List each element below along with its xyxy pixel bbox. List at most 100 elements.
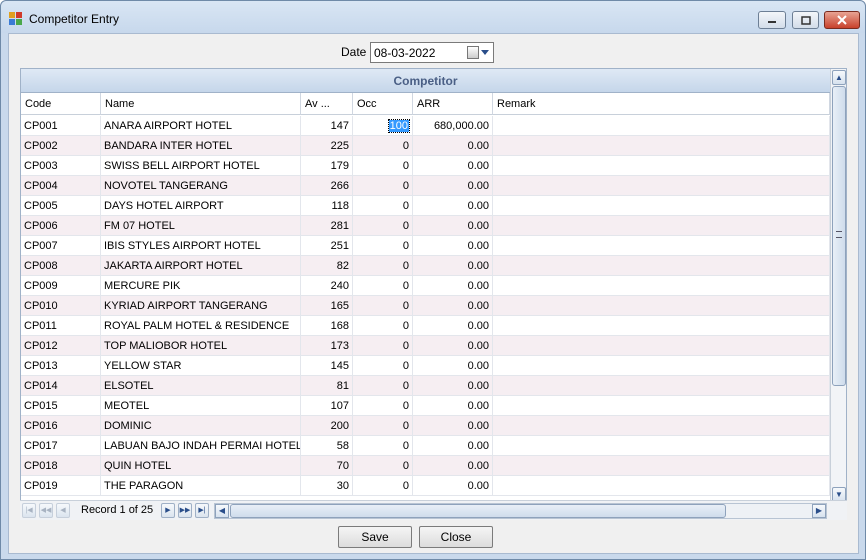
- cell-available[interactable]: 82: [301, 256, 353, 276]
- column-header-arr[interactable]: ARR: [413, 93, 493, 115]
- table-row[interactable]: CP015 MEOTEL 107 0 0.00: [21, 396, 830, 416]
- table-row[interactable]: CP012 TOP MALIOBOR HOTEL 173 0 0.00: [21, 336, 830, 356]
- cell-available[interactable]: 81: [301, 376, 353, 396]
- cell-name[interactable]: ANARA AIRPORT HOTEL: [101, 116, 301, 136]
- cell-remark[interactable]: [493, 456, 830, 476]
- table-row[interactable]: CP003 SWISS BELL AIRPORT HOTEL 179 0 0.00: [21, 156, 830, 176]
- cell-code[interactable]: CP005: [21, 196, 101, 216]
- cell-arr[interactable]: 0.00: [413, 236, 493, 256]
- cell-name[interactable]: NOVOTEL TANGERANG: [101, 176, 301, 196]
- cell-available[interactable]: 147: [301, 116, 353, 136]
- cell-name[interactable]: ROYAL PALM HOTEL & RESIDENCE: [101, 316, 301, 336]
- cell-arr[interactable]: 0.00: [413, 476, 493, 496]
- cell-name[interactable]: FM 07 HOTEL: [101, 216, 301, 236]
- cell-code[interactable]: CP007: [21, 236, 101, 256]
- first-record-icon[interactable]: |◀: [22, 503, 36, 518]
- table-row[interactable]: CP011 ROYAL PALM HOTEL & RESIDENCE 168 0 0.0…: [21, 316, 830, 336]
- cell-code[interactable]: CP002: [21, 136, 101, 156]
- cell-remark[interactable]: [493, 276, 830, 296]
- cell-name[interactable]: ELSOTEL: [101, 376, 301, 396]
- cell-available[interactable]: 58: [301, 436, 353, 456]
- cell-occ[interactable]: 0: [353, 436, 413, 456]
- cell-code[interactable]: CP016: [21, 416, 101, 436]
- table-row[interactable]: CP007 IBIS STYLES AIRPORT HOTEL 251 0 0.00: [21, 236, 830, 256]
- cell-remark[interactable]: [493, 416, 830, 436]
- cell-name[interactable]: LABUAN BAJO INDAH PERMAI HOTEL: [101, 436, 301, 456]
- cell-occ[interactable]: 0: [353, 376, 413, 396]
- cell-remark[interactable]: [493, 376, 830, 396]
- table-row[interactable]: CP002 BANDARA INTER HOTEL 225 0 0.00: [21, 136, 830, 156]
- cell-available[interactable]: 165: [301, 296, 353, 316]
- table-row[interactable]: CP017 LABUAN BAJO INDAH PERMAI HOTEL 58 0 0.…: [21, 436, 830, 456]
- vertical-scroll-thumb[interactable]: [832, 86, 846, 386]
- cell-code[interactable]: CP011: [21, 316, 101, 336]
- cell-arr[interactable]: 0.00: [413, 196, 493, 216]
- cell-occ[interactable]: 0: [353, 476, 413, 496]
- vertical-scrollbar[interactable]: ▲ ▼: [830, 69, 846, 519]
- previous-page-icon[interactable]: ◀◀: [39, 503, 53, 518]
- cell-available[interactable]: 200: [301, 416, 353, 436]
- cell-name[interactable]: QUIN HOTEL: [101, 456, 301, 476]
- cell-remark[interactable]: [493, 216, 830, 236]
- table-row[interactable]: CP009 MERCURE PIK 240 0 0.00: [21, 276, 830, 296]
- table-row[interactable]: CP008 JAKARTA AIRPORT HOTEL 82 0 0.00: [21, 256, 830, 276]
- cell-code[interactable]: CP003: [21, 156, 101, 176]
- cell-available[interactable]: 266: [301, 176, 353, 196]
- cell-occ[interactable]: 0: [353, 336, 413, 356]
- cell-arr[interactable]: 0.00: [413, 376, 493, 396]
- cell-remark[interactable]: [493, 436, 830, 456]
- cell-available[interactable]: 173: [301, 336, 353, 356]
- cell-name[interactable]: BANDARA INTER HOTEL: [101, 136, 301, 156]
- cell-available[interactable]: 107: [301, 396, 353, 416]
- cell-available[interactable]: 251: [301, 236, 353, 256]
- cell-occ[interactable]: 0: [353, 416, 413, 436]
- column-header-code[interactable]: Code: [21, 93, 101, 115]
- cell-remark[interactable]: [493, 296, 830, 316]
- cell-name[interactable]: KYRIAD AIRPORT TANGERANG: [101, 296, 301, 316]
- horizontal-scroll-thumb[interactable]: [230, 504, 726, 518]
- cell-code[interactable]: CP008: [21, 256, 101, 276]
- cell-remark[interactable]: [493, 316, 830, 336]
- cell-remark[interactable]: [493, 116, 830, 136]
- cell-remark[interactable]: [493, 396, 830, 416]
- cell-name[interactable]: JAKARTA AIRPORT HOTEL: [101, 256, 301, 276]
- table-row[interactable]: CP010 KYRIAD AIRPORT TANGERANG 165 0 0.00: [21, 296, 830, 316]
- table-row[interactable]: CP001 ANARA AIRPORT HOTEL 147 100 680,000.00: [21, 116, 830, 136]
- scroll-up-icon[interactable]: ▲: [832, 70, 846, 85]
- cell-name[interactable]: YELLOW STAR: [101, 356, 301, 376]
- cell-arr[interactable]: 0.00: [413, 256, 493, 276]
- previous-record-icon[interactable]: ◀: [56, 503, 70, 518]
- cell-arr[interactable]: 0.00: [413, 216, 493, 236]
- cell-code[interactable]: CP004: [21, 176, 101, 196]
- cell-code[interactable]: CP006: [21, 216, 101, 236]
- cell-code[interactable]: CP015: [21, 396, 101, 416]
- cell-remark[interactable]: [493, 256, 830, 276]
- cell-remark[interactable]: [493, 476, 830, 496]
- cell-name[interactable]: TOP MALIOBOR HOTEL: [101, 336, 301, 356]
- table-row[interactable]: CP014 ELSOTEL 81 0 0.00: [21, 376, 830, 396]
- cell-name[interactable]: THE PARAGON: [101, 476, 301, 496]
- cell-occ[interactable]: 0: [353, 236, 413, 256]
- cell-occ-editor[interactable]: 100: [387, 119, 411, 133]
- cell-occ[interactable]: 0: [353, 196, 413, 216]
- scroll-right-icon[interactable]: ▶: [812, 504, 826, 518]
- cell-occ[interactable]: 0: [353, 156, 413, 176]
- cell-arr[interactable]: 0.00: [413, 356, 493, 376]
- cell-arr[interactable]: 0.00: [413, 416, 493, 436]
- cell-available[interactable]: 225: [301, 136, 353, 156]
- cell-name[interactable]: MEOTEL: [101, 396, 301, 416]
- cell-remark[interactable]: [493, 196, 830, 216]
- minimize-button[interactable]: [758, 11, 786, 29]
- next-record-icon[interactable]: ▶: [161, 503, 175, 518]
- cell-code[interactable]: CP014: [21, 376, 101, 396]
- column-header-name[interactable]: Name: [101, 93, 301, 115]
- column-header-available[interactable]: Av ...: [301, 93, 353, 115]
- next-page-icon[interactable]: ▶▶: [178, 503, 192, 518]
- date-picker[interactable]: 08-03-2022: [370, 42, 494, 63]
- chevron-down-icon[interactable]: [481, 50, 489, 55]
- table-row[interactable]: CP016 DOMINIC 200 0 0.00: [21, 416, 830, 436]
- cell-occ[interactable]: 0: [353, 216, 413, 236]
- column-header-occ[interactable]: Occ: [353, 93, 413, 115]
- cell-remark[interactable]: [493, 176, 830, 196]
- cell-remark[interactable]: [493, 236, 830, 256]
